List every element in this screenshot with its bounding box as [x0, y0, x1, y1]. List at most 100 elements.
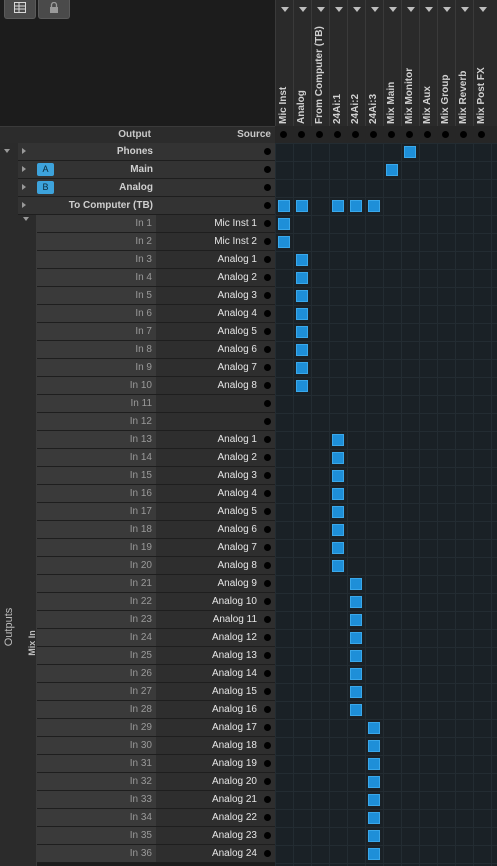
- source-dot[interactable]: [264, 706, 271, 713]
- route-point[interactable]: [368, 812, 380, 824]
- route-point[interactable]: [404, 146, 416, 158]
- chevron-down-icon[interactable]: [407, 7, 415, 12]
- source-dot[interactable]: [264, 508, 271, 515]
- chevron-down-icon[interactable]: [479, 7, 487, 12]
- column-header[interactable]: From Computer (TB): [311, 0, 330, 126]
- route-point[interactable]: [350, 578, 362, 590]
- chevron-down-icon[interactable]: [353, 7, 361, 12]
- column-header[interactable]: Mix Aux: [419, 0, 438, 126]
- source-dot[interactable]: [264, 742, 271, 749]
- source-dot[interactable]: [264, 400, 271, 407]
- output-row[interactable]: A Main: [18, 161, 275, 179]
- source-dot[interactable]: [264, 256, 271, 263]
- column-header[interactable]: Mix Reverb: [455, 0, 474, 126]
- route-point[interactable]: [332, 200, 344, 212]
- source-dot[interactable]: [264, 472, 271, 479]
- source-dot[interactable]: [264, 670, 271, 677]
- route-point[interactable]: [296, 200, 308, 212]
- route-point[interactable]: [368, 848, 380, 860]
- output-badge[interactable]: B: [37, 181, 54, 194]
- route-point[interactable]: [296, 308, 308, 320]
- table-row[interactable]: In 13 Analog 1: [37, 431, 275, 449]
- output-row[interactable]: To Computer (TB): [18, 197, 275, 215]
- route-point[interactable]: [278, 200, 290, 212]
- table-row[interactable]: In 8 Analog 6: [37, 341, 275, 359]
- column-header[interactable]: Mix Main: [383, 0, 402, 126]
- chevron-down-icon[interactable]: [4, 149, 10, 153]
- chevron-down-icon[interactable]: [299, 7, 307, 12]
- source-dot[interactable]: [264, 814, 271, 821]
- source-dot[interactable]: [264, 490, 271, 497]
- source-dot[interactable]: [264, 220, 271, 227]
- chevron-right-icon[interactable]: [22, 202, 26, 208]
- source-dot[interactable]: [264, 850, 271, 857]
- table-row[interactable]: In 20 Analog 8: [37, 557, 275, 575]
- table-row[interactable]: In 21 Analog 9: [37, 575, 275, 593]
- table-row[interactable]: In 15 Analog 3: [37, 467, 275, 485]
- route-point[interactable]: [296, 344, 308, 356]
- routing-grid[interactable]: [275, 143, 497, 866]
- route-point[interactable]: [332, 452, 344, 464]
- chevron-right-icon[interactable]: [22, 166, 26, 172]
- table-row[interactable]: In 1 Mic Inst 1: [37, 215, 275, 233]
- route-point[interactable]: [332, 470, 344, 482]
- source-dot[interactable]: [264, 346, 271, 353]
- route-point[interactable]: [296, 326, 308, 338]
- table-row[interactable]: In 31 Analog 19: [37, 755, 275, 773]
- route-point[interactable]: [386, 164, 398, 176]
- table-row[interactable]: In 6 Analog 4: [37, 305, 275, 323]
- route-point[interactable]: [332, 506, 344, 518]
- source-dot[interactable]: [264, 328, 271, 335]
- table-row[interactable]: In 25 Analog 13: [37, 647, 275, 665]
- table-row[interactable]: In 11: [37, 395, 275, 413]
- table-row[interactable]: In 19 Analog 7: [37, 539, 275, 557]
- column-header[interactable]: Mix Post FX: [473, 0, 492, 126]
- source-dot[interactable]: [264, 778, 271, 785]
- table-row[interactable]: In 10 Analog 8: [37, 377, 275, 395]
- route-point[interactable]: [350, 596, 362, 608]
- table-row[interactable]: In 26 Analog 14: [37, 665, 275, 683]
- column-header[interactable]: Analog: [293, 0, 312, 126]
- source-dot[interactable]: [264, 562, 271, 569]
- route-point[interactable]: [368, 722, 380, 734]
- source-dot[interactable]: [264, 544, 271, 551]
- source-dot[interactable]: [264, 274, 271, 281]
- column-header[interactable]: Mix Group: [437, 0, 456, 126]
- source-dot[interactable]: [264, 292, 271, 299]
- column-header[interactable]: 24Ai:3: [365, 0, 384, 126]
- chevron-down-icon[interactable]: [371, 7, 379, 12]
- chevron-down-icon[interactable]: [23, 217, 29, 221]
- table-row[interactable]: In 16 Analog 4: [37, 485, 275, 503]
- output-row[interactable]: Phones: [18, 143, 275, 161]
- route-point[interactable]: [332, 524, 344, 536]
- route-point[interactable]: [350, 704, 362, 716]
- table-row[interactable]: In 35 Analog 23: [37, 827, 275, 845]
- table-row[interactable]: In 36 Analog 24: [37, 845, 275, 863]
- source-dot[interactable]: [264, 148, 271, 155]
- route-point[interactable]: [332, 560, 344, 572]
- chevron-down-icon[interactable]: [389, 7, 397, 12]
- source-dot[interactable]: [264, 454, 271, 461]
- table-row[interactable]: In 29 Analog 17: [37, 719, 275, 737]
- route-point[interactable]: [332, 488, 344, 500]
- source-dot[interactable]: [264, 418, 271, 425]
- route-point[interactable]: [350, 614, 362, 626]
- table-row[interactable]: In 32 Analog 20: [37, 773, 275, 791]
- output-badge[interactable]: A: [37, 163, 54, 176]
- table-row[interactable]: In 23 Analog 11: [37, 611, 275, 629]
- route-point[interactable]: [350, 650, 362, 662]
- source-dot[interactable]: [264, 724, 271, 731]
- table-row[interactable]: In 28 Analog 16: [37, 701, 275, 719]
- route-point[interactable]: [296, 254, 308, 266]
- route-point[interactable]: [350, 200, 362, 212]
- lock-button[interactable]: [38, 0, 70, 19]
- route-point[interactable]: [368, 776, 380, 788]
- route-point[interactable]: [278, 218, 290, 230]
- source-dot[interactable]: [264, 202, 271, 209]
- column-header[interactable]: Mix Monitor: [401, 0, 420, 126]
- route-point[interactable]: [368, 830, 380, 842]
- column-header[interactable]: 24Ai:2: [347, 0, 366, 126]
- route-point[interactable]: [296, 290, 308, 302]
- source-dot[interactable]: [264, 652, 271, 659]
- table-row[interactable]: In 2 Mic Inst 2: [37, 233, 275, 251]
